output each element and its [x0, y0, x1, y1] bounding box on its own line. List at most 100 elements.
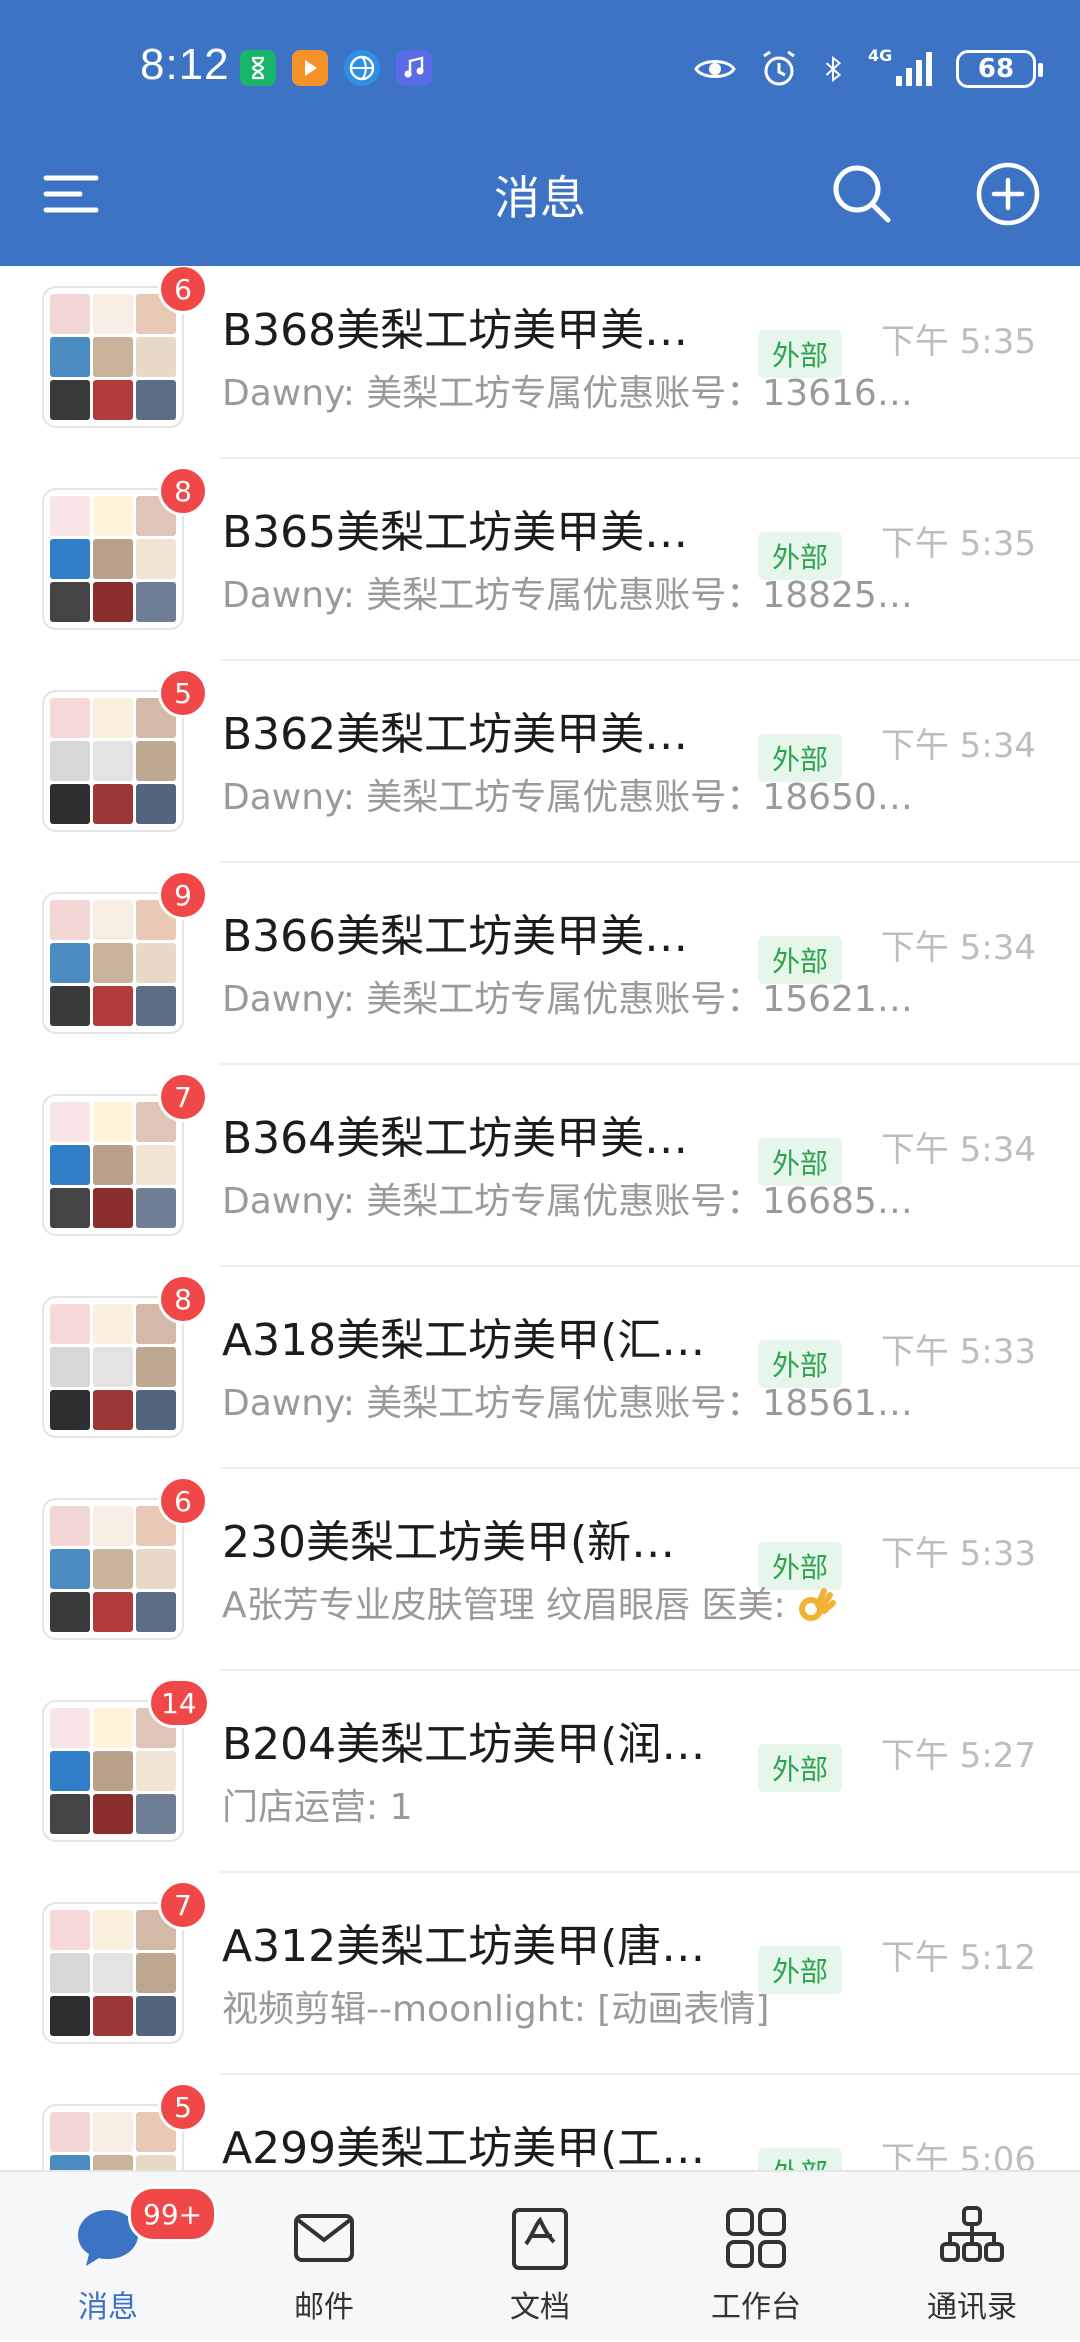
messages-badge: 99+: [128, 2186, 218, 2242]
avatar-tile: [136, 741, 176, 781]
tab-label: 工作台: [711, 2290, 801, 2325]
avatar-tile: [50, 2112, 90, 2152]
avatar-tile: [136, 337, 176, 377]
avatar-tile: [93, 337, 133, 377]
avatar-tile: [136, 1953, 176, 1993]
org-chart-icon: [940, 2206, 1004, 2262]
avatar-tile: [136, 986, 176, 1026]
tab-messages[interactable]: 99+ 消息: [0, 2172, 218, 2342]
conversation-name: B364美梨工坊美甲美…: [222, 1113, 689, 1164]
avatar-tile: [93, 1102, 133, 1142]
group-avatar: [42, 488, 184, 630]
avatar-tile: [93, 294, 133, 334]
avatar-tile: [93, 1304, 133, 1344]
avatar-tile: [50, 582, 90, 622]
music-app-icon: [396, 50, 432, 86]
avatar-tile: [93, 2155, 133, 2170]
avatar-tile: [50, 380, 90, 420]
tab-docs[interactable]: 文档: [432, 2172, 648, 2342]
avatar-tile: [136, 1996, 176, 2036]
conversation-name: B204美梨工坊美甲(润…: [222, 1719, 706, 1770]
ok-hand-emoji-icon: [798, 1588, 836, 1621]
browser-app-icon: [344, 50, 380, 86]
group-avatar: [42, 1094, 184, 1236]
unread-badge: 7: [158, 1072, 208, 1122]
tab-label: 通讯录: [927, 2290, 1017, 2325]
conversation-row[interactable]: 14 B204美梨工坊美甲(润… 外部 下午 5:27 门店运营: 1: [0, 1672, 1080, 1873]
conversation-row[interactable]: 5 B362美梨工坊美甲美… 外部 下午 5:34 Dawny: 美梨工坊专属优…: [0, 662, 1080, 863]
avatar-tile: [136, 1751, 176, 1791]
avatar-tile: [50, 1996, 90, 2036]
avatar-tile: [93, 496, 133, 536]
conversation-row[interactable]: 8 B365美梨工坊美甲美… 外部 下午 5:35 Dawny: 美梨工坊专属优…: [0, 460, 1080, 661]
avatar-tile: [93, 1996, 133, 2036]
conversation-list[interactable]: 6 B368美梨工坊美甲美… 外部 下午 5:35 Dawny: 美梨工坊专属优…: [0, 266, 1080, 2170]
avatar-tile: [50, 1910, 90, 1950]
avatar-tile: [136, 582, 176, 622]
conversation-preview: Dawny: 美梨工坊专属优惠账号：13616…: [222, 373, 913, 414]
avatar-tile: [93, 1953, 133, 1993]
external-tag: 外部: [758, 2148, 842, 2170]
avatar-tile: [93, 1145, 133, 1185]
avatar-tile: [50, 1549, 90, 1589]
avatar-tile: [93, 1549, 133, 1589]
avatar-tile: [93, 1751, 133, 1791]
avatar-tile: [93, 1347, 133, 1387]
conversation-time: 下午 5:35: [880, 322, 1036, 362]
avatar-tile: [93, 1910, 133, 1950]
tab-contacts[interactable]: 通讯录: [864, 2172, 1080, 2342]
row-divider: [220, 861, 1080, 863]
group-avatar: [42, 892, 184, 1034]
status-icons: 4G 68: [692, 44, 1043, 94]
avatar-tile: [50, 1102, 90, 1142]
avatar-tile: [93, 1390, 133, 1430]
avatar-tile: [136, 943, 176, 983]
conversation-row[interactable]: 7 A312美梨工坊美甲(唐… 外部 下午 5:12 视频剪辑--moonlig…: [0, 1874, 1080, 2075]
conversation-time: 下午 5:34: [880, 726, 1036, 766]
avatar-tile: [50, 1390, 90, 1430]
tab-label: 文档: [510, 2290, 570, 2325]
unread-badge: 8: [158, 1274, 208, 1324]
unread-badge: 9: [158, 870, 208, 920]
add-circle-icon[interactable]: [972, 158, 1044, 230]
avatar-tile: [93, 986, 133, 1026]
conversation-row[interactable]: 7 B364美梨工坊美甲美… 外部 下午 5:34 Dawny: 美梨工坊专属优…: [0, 1066, 1080, 1267]
signal-icon: 4G: [868, 46, 938, 92]
avatar-tile: [93, 582, 133, 622]
avatar-tile: [50, 1794, 90, 1834]
avatar-tile: [50, 539, 90, 579]
top-bar: 8:12 4G 68 消息: [0, 0, 1080, 266]
conversation-row[interactable]: 8 A318美梨工坊美甲(汇… 外部 下午 5:33 Dawny: 美梨工坊专属…: [0, 1268, 1080, 1469]
conversation-preview: 门店运营: 1: [222, 1787, 413, 1828]
avatar-tile: [93, 943, 133, 983]
conversation-row[interactable]: 6 230美梨工坊美甲(新… 外部 下午 5:33 A张芳专业皮肤管理 纹眉眼唇…: [0, 1470, 1080, 1671]
unread-badge: 8: [158, 466, 208, 516]
avatar-tile: [93, 2112, 133, 2152]
avatar-tile: [136, 1347, 176, 1387]
avatar-tile: [50, 1506, 90, 1546]
avatar-tile: [50, 1304, 90, 1344]
conversation-time: 下午 5:34: [880, 1130, 1036, 1170]
conversation-preview: Dawny: 美梨工坊专属优惠账号：15621…: [222, 979, 913, 1020]
conversation-name: A299美梨工坊美甲(工…: [222, 2123, 706, 2170]
conversation-name: A318美梨工坊美甲(汇…: [222, 1315, 706, 1366]
avatar-tile: [136, 2155, 176, 2170]
unread-badge: 6: [158, 1476, 208, 1526]
conversation-row[interactable]: 5 A299美梨工坊美甲(工… 外部 下午 5:06: [0, 2076, 1080, 2170]
conversation-preview: Dawny: 美梨工坊专属优惠账号：18825…: [222, 575, 913, 616]
status-bar: 8:12 4G 68: [0, 0, 1080, 140]
mail-icon: [294, 2214, 354, 2262]
avatar-tile: [136, 1390, 176, 1430]
tab-workbench[interactable]: 工作台: [648, 2172, 864, 2342]
search-icon[interactable]: [826, 158, 898, 230]
video-app-icon: [292, 50, 328, 86]
avatar-tile: [50, 1592, 90, 1632]
row-divider: [220, 1467, 1080, 1469]
row-divider: [220, 659, 1080, 661]
conversation-row[interactable]: 6 B368美梨工坊美甲美… 外部 下午 5:35 Dawny: 美梨工坊专属优…: [0, 266, 1080, 459]
tab-mail[interactable]: 邮件: [216, 2172, 432, 2342]
conversation-row[interactable]: 9 B366美梨工坊美甲美… 外部 下午 5:34 Dawny: 美梨工坊专属优…: [0, 864, 1080, 1065]
avatar-tile: [136, 1188, 176, 1228]
conversation-preview: A张芳专业皮肤管理 纹眉眼唇 医美:: [222, 1576, 942, 1629]
avatar-tile: [93, 380, 133, 420]
